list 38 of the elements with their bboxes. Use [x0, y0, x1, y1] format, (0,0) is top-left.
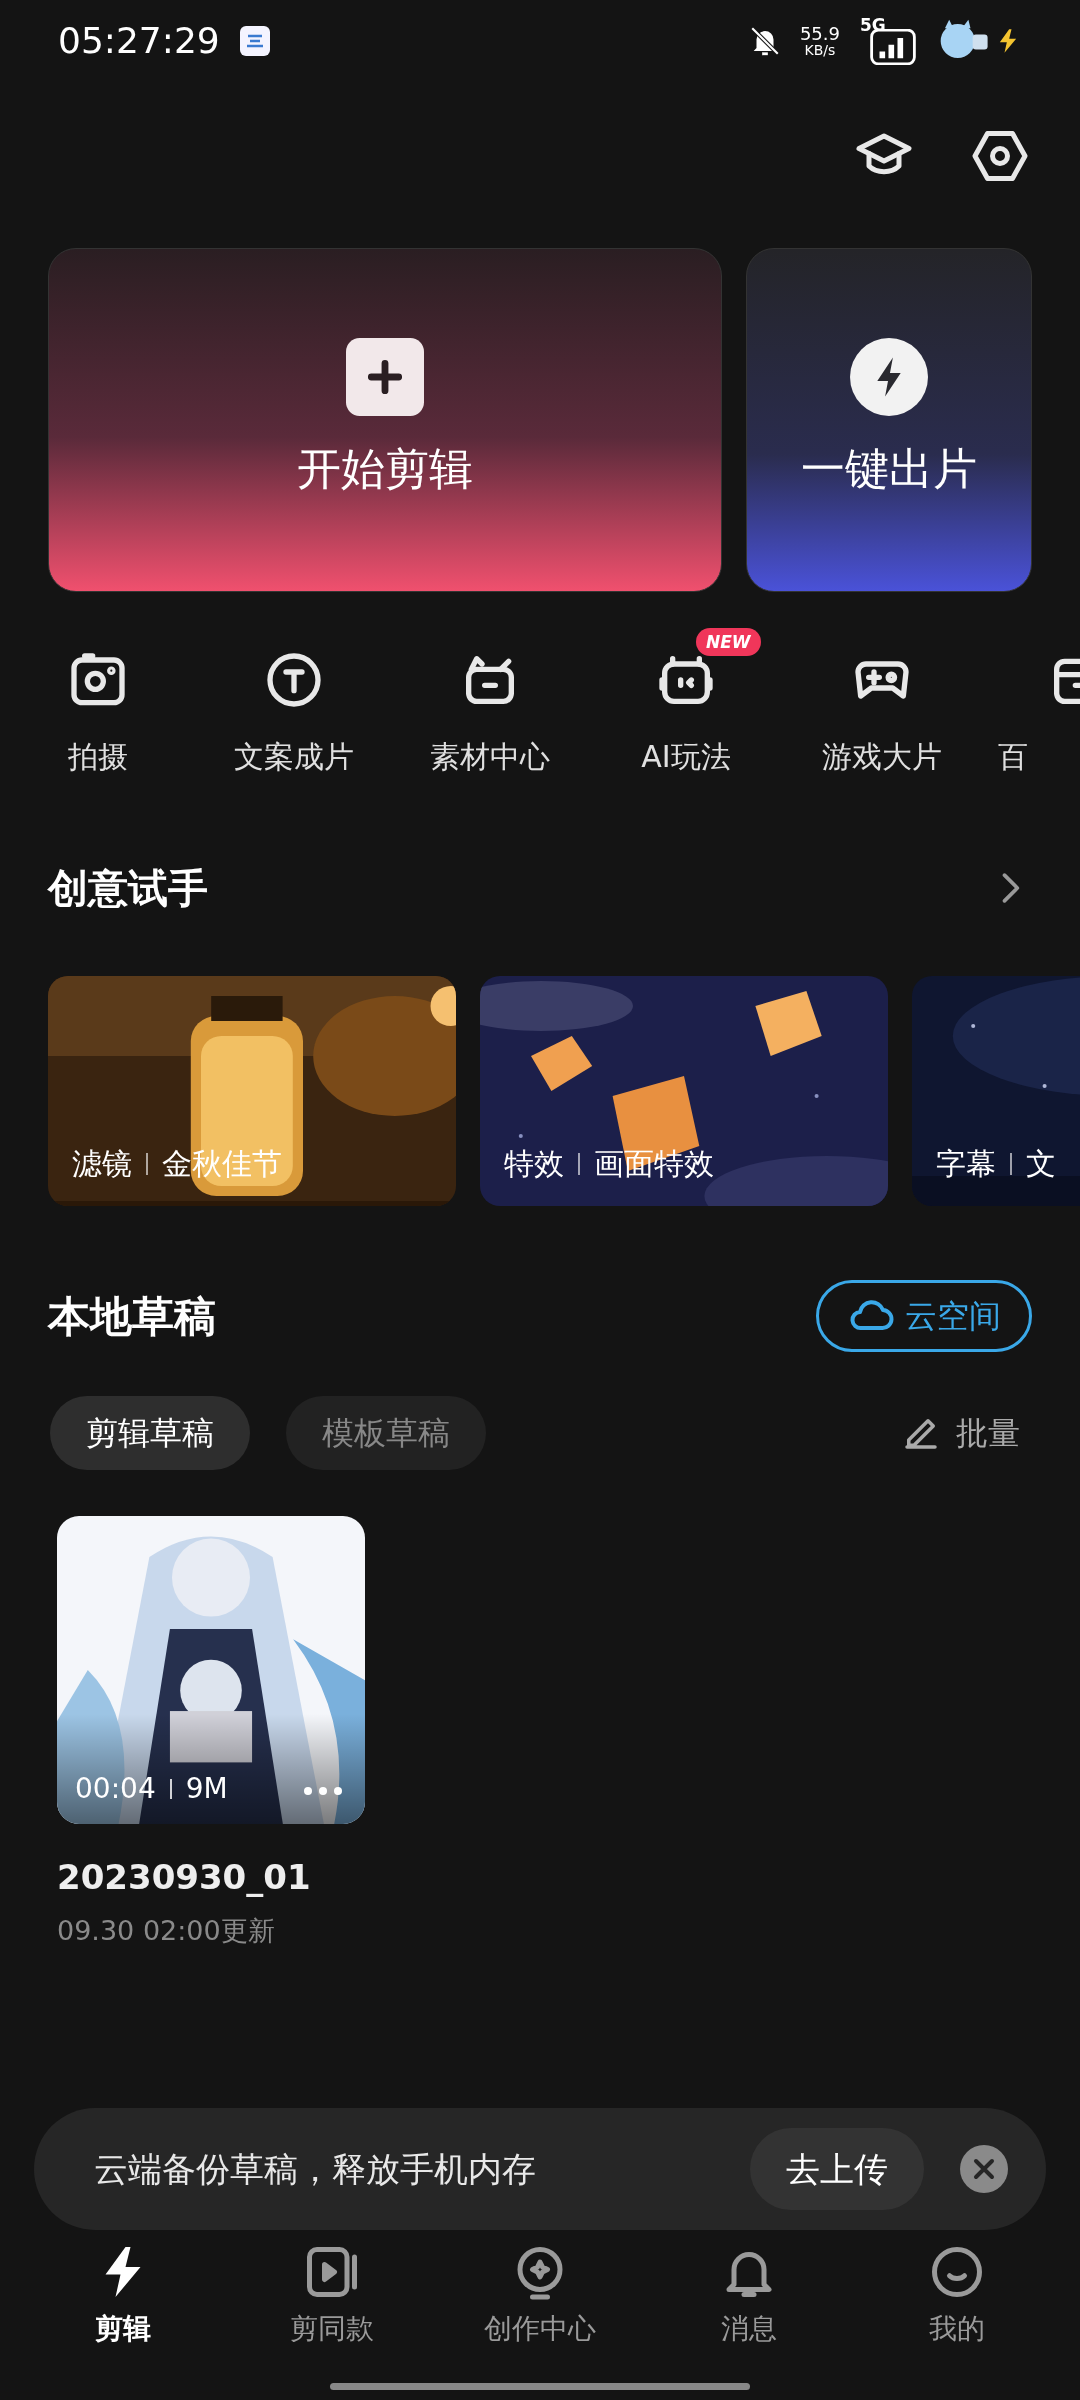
nav-tab[interactable]: 我的 — [872, 2242, 1042, 2372]
section-title: 本地草稿 — [48, 1290, 216, 1343]
batch-button[interactable]: 批量 — [900, 1409, 1030, 1457]
clock: 05:27:29 — [58, 19, 220, 63]
start-editing-card[interactable]: 开始剪辑 — [48, 248, 722, 592]
lightning-icon — [850, 338, 928, 416]
draft-tab[interactable]: 模板草稿 — [286, 1396, 486, 1470]
card-title: 文 — [1026, 1145, 1056, 1183]
one-click-card[interactable]: 一键出片 — [746, 248, 1032, 592]
plus-icon — [344, 338, 426, 416]
tool-item[interactable]: 游戏大片 — [784, 648, 980, 779]
draft-name: 20230930_01 — [57, 1856, 312, 1899]
nav-tab[interactable]: 剪同款 — [246, 2242, 417, 2372]
tool-item[interactable]: 文案成片 — [196, 648, 392, 779]
card-category: 字幕 — [936, 1145, 996, 1183]
tool-item[interactable]: 百 — [980, 648, 1080, 779]
nav-tab[interactable]: 创作中心 — [455, 2242, 625, 2372]
section-title: 创意试手 — [48, 864, 208, 913]
app-notification-icon — [239, 26, 270, 56]
close-icon[interactable] — [960, 2145, 1008, 2193]
new-badge: NEW — [696, 628, 761, 656]
nav-tab[interactable]: 消息 — [663, 2242, 834, 2372]
speed-unit: KB/s — [804, 43, 836, 57]
draft-updated: 09.30 02:00更新 — [57, 1914, 276, 1948]
card-category: 滤镜 — [72, 1145, 132, 1183]
nav-tab[interactable]: 剪辑 — [38, 2242, 208, 2372]
upload-button[interactable]: 去上传 — [750, 2128, 924, 2210]
draft-tab[interactable]: 剪辑草稿 — [50, 1396, 250, 1470]
card-category: 特效 — [504, 1145, 564, 1183]
network-speed: 55.9 — [799, 25, 840, 43]
more-icon[interactable] — [303, 1786, 343, 1796]
draft-size: 9M — [185, 1771, 228, 1807]
signal-icon — [870, 29, 916, 65]
cloud-space-button[interactable]: 云空间 — [816, 1280, 1032, 1352]
template-card[interactable]: 字幕 文 — [912, 976, 1080, 1206]
tool-item[interactable]: 素材中心 — [392, 648, 588, 779]
tool-item[interactable]: 拍摄 — [0, 648, 196, 779]
banner-text: 云端备份草稿，释放手机内存 — [94, 2147, 536, 2191]
